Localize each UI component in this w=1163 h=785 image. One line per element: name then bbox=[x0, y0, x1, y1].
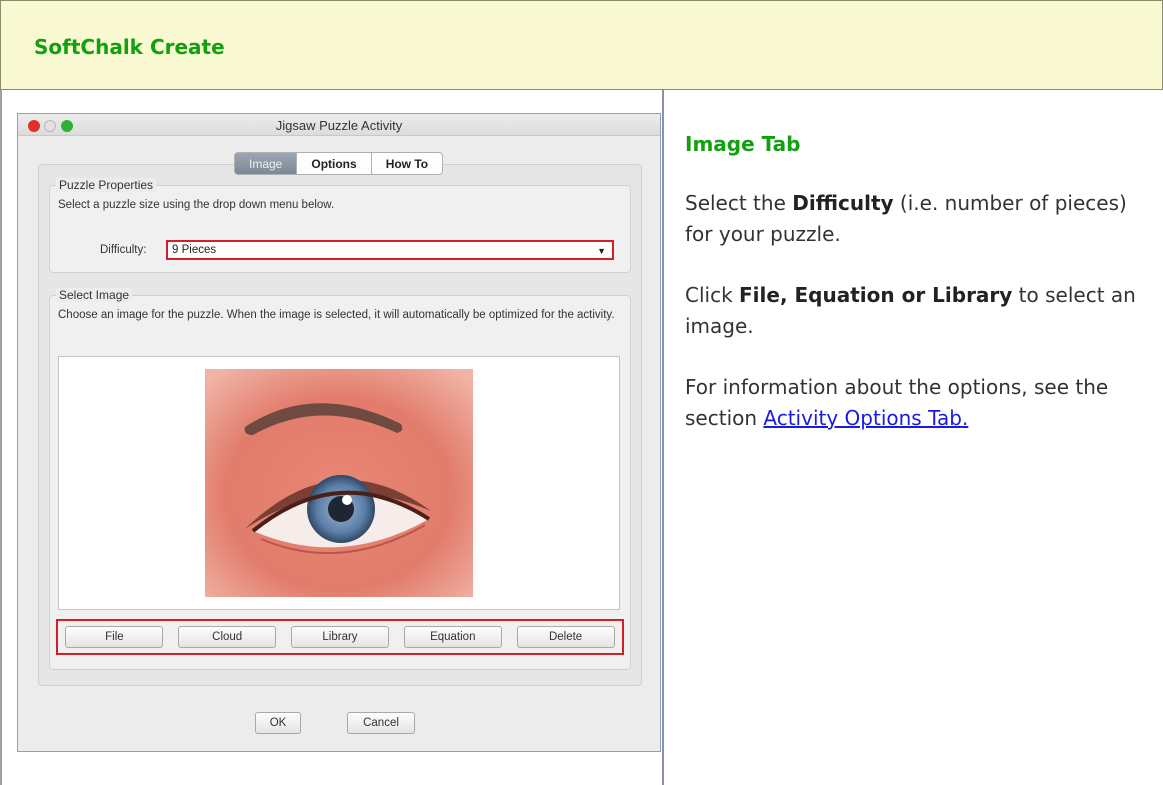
tab-content-panel: Puzzle Properties Select a puzzle size u… bbox=[38, 164, 642, 686]
column-divider bbox=[662, 90, 664, 785]
left-border bbox=[0, 90, 2, 785]
dialog-tabs: Image Options How To bbox=[234, 152, 444, 175]
eye-image bbox=[205, 369, 473, 597]
select-image-label: Select Image bbox=[56, 288, 133, 302]
p2-text: Click bbox=[685, 283, 740, 307]
p1-text: Select the bbox=[685, 191, 793, 215]
difficulty-select[interactable]: 9 Pieces ▼ bbox=[166, 240, 614, 260]
tab-image[interactable]: Image bbox=[234, 152, 298, 175]
dialog-title: Jigsaw Puzzle Activity bbox=[275, 118, 403, 133]
dialog-titlebar: Jigsaw Puzzle Activity bbox=[18, 114, 660, 136]
equation-button[interactable]: Equation bbox=[403, 626, 502, 648]
chevron-down-icon: ▼ bbox=[597, 246, 606, 256]
image-source-buttons: File Cloud Library Equation Delete bbox=[56, 619, 624, 655]
description-panel: Image Tab Select the Difficulty (i.e. nu… bbox=[685, 130, 1155, 464]
jigsaw-dialog: Jigsaw Puzzle Activity Puzzle Properties… bbox=[17, 113, 661, 752]
tab-how-to[interactable]: How To bbox=[371, 152, 444, 175]
cloud-button[interactable]: Cloud bbox=[178, 626, 277, 648]
p2-bold: File, Equation or Library bbox=[739, 283, 1013, 307]
puzzle-instruction: Select a puzzle size using the drop down… bbox=[58, 199, 335, 211]
difficulty-value: 9 Pieces bbox=[172, 244, 217, 256]
library-button[interactable]: Library bbox=[290, 626, 389, 648]
link-period[interactable]: . bbox=[962, 406, 968, 430]
page-header: SoftChalk Create bbox=[0, 0, 1163, 90]
delete-button[interactable]: Delete bbox=[516, 626, 615, 648]
select-image-paragraph: Click File, Equation or Library to selec… bbox=[685, 280, 1155, 342]
select-image-group: Select Image Choose an image for the puz… bbox=[49, 288, 631, 670]
puzzle-properties-label: Puzzle Properties bbox=[56, 178, 157, 192]
difficulty-paragraph: Select the Difficulty (i.e. number of pi… bbox=[685, 188, 1155, 250]
cancel-button[interactable]: Cancel bbox=[347, 712, 415, 734]
p1-bold: Difficulty bbox=[792, 191, 894, 215]
options-paragraph: For information about the options, see t… bbox=[685, 372, 1155, 434]
file-button[interactable]: File bbox=[65, 626, 164, 648]
page-title: SoftChalk Create bbox=[34, 35, 225, 59]
ok-button[interactable]: OK bbox=[255, 712, 301, 734]
activity-options-tab-link[interactable]: Activity Options Tab bbox=[763, 406, 962, 430]
image-preview bbox=[58, 356, 620, 610]
section-heading: Image Tab bbox=[685, 132, 801, 156]
select-image-instruction: Choose an image for the puzzle. When the… bbox=[58, 309, 615, 321]
tab-options[interactable]: Options bbox=[297, 152, 372, 175]
difficulty-label: Difficulty: bbox=[100, 244, 147, 256]
puzzle-properties-group: Puzzle Properties Select a puzzle size u… bbox=[49, 178, 631, 273]
